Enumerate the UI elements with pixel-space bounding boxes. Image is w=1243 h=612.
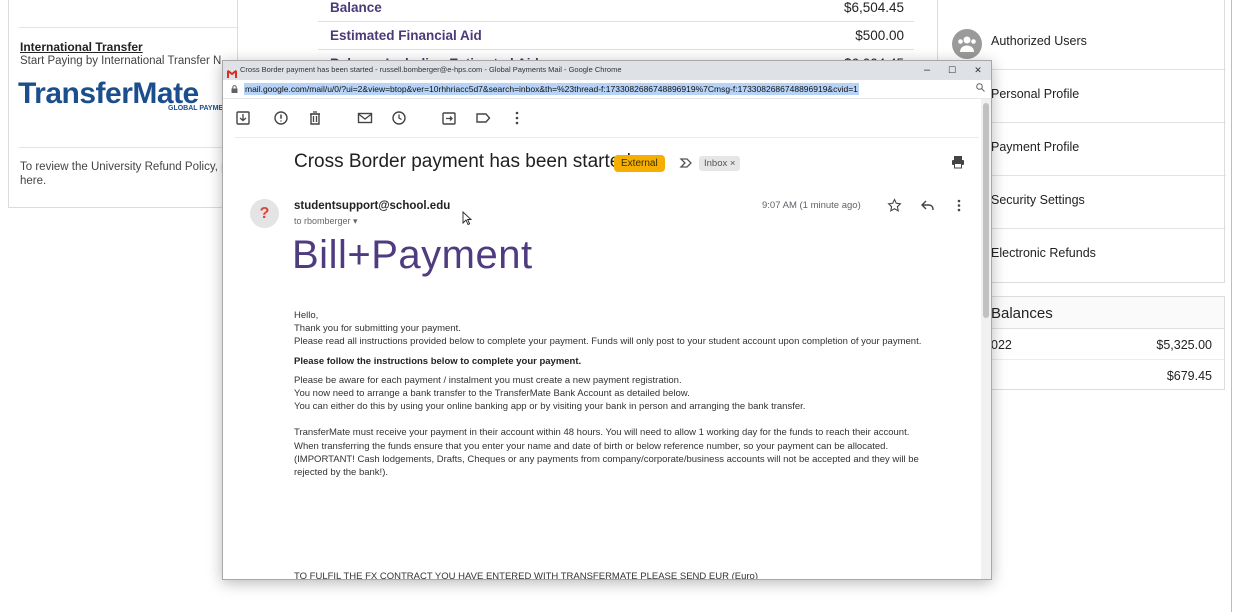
- nav-label: Payment Profile: [991, 140, 1080, 154]
- body-heading: Please follow the instructions below to …: [294, 355, 582, 367]
- balances-title: Balances: [991, 305, 1053, 322]
- transfermate-logo: TransferMate GLOBAL PAYMENTS: [18, 77, 237, 112]
- balance-term: 022: [991, 338, 1012, 352]
- body-intro: Please read all instructions provided be…: [294, 336, 922, 348]
- international-transfer-description: Start Paying by International Transfer N: [20, 55, 222, 67]
- sender-avatar: ?: [250, 199, 279, 228]
- notice-reference: When transferring the funds ensure that …: [294, 440, 889, 452]
- star-icon[interactable]: [887, 198, 902, 218]
- email-subject: Cross Border payment has been started: [294, 151, 631, 172]
- divider: [235, 137, 979, 138]
- users-icon: [952, 29, 982, 59]
- window-title: Cross Border payment has been started - …: [240, 65, 622, 74]
- print-icon[interactable]: [951, 155, 965, 174]
- message-more-icon[interactable]: [956, 198, 962, 218]
- move-to-icon[interactable]: [441, 110, 461, 130]
- report-spam-icon[interactable]: [273, 110, 293, 130]
- email-body: Hello, Thank you for submitting your pay…: [294, 309, 954, 479]
- refund-policy-text[interactable]: To review the University Refund Policy, …: [20, 160, 235, 188]
- scrollbar-thumb[interactable]: [983, 103, 989, 318]
- email-popup-window: Cross Border payment has been started - …: [222, 60, 992, 580]
- nav-label: Security Settings: [991, 193, 1085, 207]
- snooze-icon[interactable]: [391, 110, 411, 130]
- screen: International Transfer Start Paying by I…: [0, 0, 1243, 612]
- notice-48-hours: TransferMate must receive your payment i…: [294, 427, 910, 439]
- zoom-icon[interactable]: [976, 83, 985, 95]
- lock-icon: [231, 85, 238, 93]
- instruction-line: You now need to arrange a bank transfer …: [294, 388, 690, 400]
- recipient-dropdown[interactable]: to rbomberger ▾: [294, 216, 358, 227]
- summary-value: $6,504.45: [843, 0, 904, 15]
- mark-unread-icon[interactable]: [357, 110, 377, 130]
- nav-label: Electronic Refunds: [991, 246, 1096, 260]
- sender-email[interactable]: studentsupport@school.edu: [294, 200, 450, 212]
- reply-icon[interactable]: [920, 199, 935, 217]
- international-transfer-link[interactable]: International Transfer: [20, 40, 143, 54]
- instruction-line: Please be aware for each payment / insta…: [294, 374, 682, 386]
- summary-value: $500.00: [855, 28, 904, 43]
- popup-scrollbar[interactable]: [981, 99, 991, 579]
- notice-important: (IMPORTANT! Cash lodgements, Drafts, Che…: [294, 453, 919, 479]
- summary-label: Balance: [330, 0, 382, 15]
- page-scrollbar[interactable]: [1231, 0, 1232, 612]
- summary-label: Estimated Financial Aid: [330, 28, 482, 43]
- delete-icon[interactable]: [307, 110, 327, 130]
- instruction-line: You can either do this by using your onl…: [294, 401, 806, 413]
- summary-row-estimated-aid: Estimated Financial Aid $500.00: [318, 22, 914, 50]
- divider: [19, 27, 237, 28]
- move-to-inbox-icon[interactable]: [235, 110, 255, 130]
- summary-row-balance: Balance $6,504.45: [318, 0, 914, 22]
- email-timestamp: 9:07 AM (1 minute ago): [762, 200, 861, 211]
- balance-amount: $5,325.00: [1156, 338, 1212, 352]
- importance-marker-icon[interactable]: [679, 156, 693, 175]
- external-badge: External: [614, 155, 665, 172]
- label-icon[interactable]: [475, 110, 495, 130]
- url-text[interactable]: mail.google.com/mail/u/0/?ui=2&view=btop…: [244, 83, 859, 95]
- divider: [19, 147, 237, 148]
- window-titlebar[interactable]: Cross Border payment has been started - …: [223, 61, 991, 80]
- bill-payment-logo: Bill+Payment: [292, 233, 533, 277]
- inbox-label-chip[interactable]: Inbox ×: [699, 156, 741, 171]
- maximize-button[interactable]: ☐: [941, 62, 963, 79]
- address-bar[interactable]: mail.google.com/mail/u/0/?ui=2&view=btop…: [223, 80, 991, 99]
- fx-contract-line: TO FULFIL THE FX CONTRACT YOU HAVE ENTER…: [294, 571, 758, 580]
- mouse-cursor-icon: [462, 210, 473, 230]
- balance-amount: $679.45: [1166, 369, 1212, 383]
- minimize-button[interactable]: –: [916, 62, 938, 79]
- body-greeting: Hello,: [294, 310, 319, 321]
- payment-method-card: International Transfer Start Paying by I…: [8, 0, 238, 208]
- more-options-icon[interactable]: [509, 110, 529, 130]
- nav-label: Personal Profile: [991, 87, 1080, 101]
- close-button[interactable]: ✕: [967, 62, 989, 79]
- nav-label: Authorized Users: [991, 34, 1087, 48]
- body-thanks: Thank you for submitting your payment.: [294, 323, 461, 335]
